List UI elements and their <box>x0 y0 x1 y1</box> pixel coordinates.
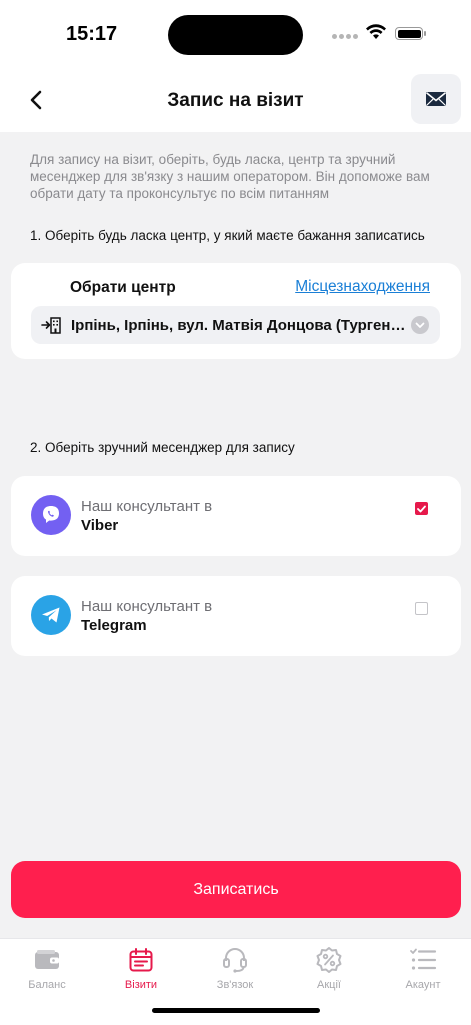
messenger-caption: Наш консультант в <box>81 598 213 615</box>
calendar-icon <box>128 946 154 974</box>
step2-label: 2. Оберіть зручний месенджер для запису <box>30 440 295 455</box>
tab-label: Баланс <box>28 979 66 991</box>
dynamic-island <box>168 15 303 55</box>
wifi-icon <box>365 24 387 45</box>
envelope-icon <box>425 92 447 106</box>
tab-label: Візити <box>124 979 158 991</box>
telegram-checkbox[interactable] <box>415 602 428 615</box>
battery-icon <box>395 27 423 40</box>
building-enter-icon <box>41 315 63 335</box>
signal-icon <box>332 34 358 39</box>
tab-contact[interactable]: Зв'язок <box>188 939 282 999</box>
center-card: Обрати центр Місцезнаходження Ірпінь, Ір… <box>11 263 461 359</box>
telegram-icon <box>31 595 71 635</box>
header: Запис на візит <box>0 70 471 132</box>
messenger-name: Viber <box>81 517 119 534</box>
home-indicator <box>152 1008 320 1013</box>
tab-promotions[interactable]: Акції <box>282 939 376 999</box>
tab-account[interactable]: Акаунт <box>376 939 470 999</box>
tab-label: Акаунт <box>405 979 441 991</box>
step1-label: 1. Оберіть будь ласка центр, у який маєт… <box>30 228 425 243</box>
messenger-name: Telegram <box>81 617 147 634</box>
checkmark-icon <box>417 505 426 512</box>
tab-visits[interactable]: Візити <box>94 939 188 999</box>
status-bar: 15:17 <box>0 0 471 70</box>
viber-checkbox[interactable] <box>415 502 428 515</box>
messenger-option-telegram[interactable]: Наш консультант в Telegram <box>11 576 461 656</box>
messenger-option-viber[interactable]: Наш консультант в Viber <box>11 476 461 556</box>
wallet-icon <box>33 946 61 974</box>
intro-text: Для запису на візит, оберіть, будь ласка… <box>30 152 430 201</box>
percent-badge-icon <box>315 946 343 974</box>
messenger-caption: Наш консультант в <box>81 498 213 515</box>
chevron-down-icon <box>411 316 429 334</box>
list-icon <box>409 946 437 974</box>
center-select[interactable]: Ірпінь, Ірпінь, вул. Матвія Донцова (Тур… <box>31 306 440 344</box>
page-title: Запис на візит <box>167 90 304 111</box>
mail-button[interactable] <box>411 74 461 124</box>
submit-button[interactable]: Записатись <box>11 861 461 918</box>
viber-icon <box>31 495 71 535</box>
tab-balance[interactable]: Баланс <box>0 939 94 999</box>
status-time: 15:17 <box>66 23 118 45</box>
location-link[interactable]: Місцезнаходження <box>295 278 430 296</box>
tab-label: Зв'язок <box>216 979 254 991</box>
center-label: Обрати центр <box>70 279 176 296</box>
headset-icon <box>221 946 249 974</box>
center-value: Ірпінь, Ірпінь, вул. Матвія Донцова (Тур… <box>71 316 409 334</box>
tab-label: Акції <box>317 979 341 991</box>
